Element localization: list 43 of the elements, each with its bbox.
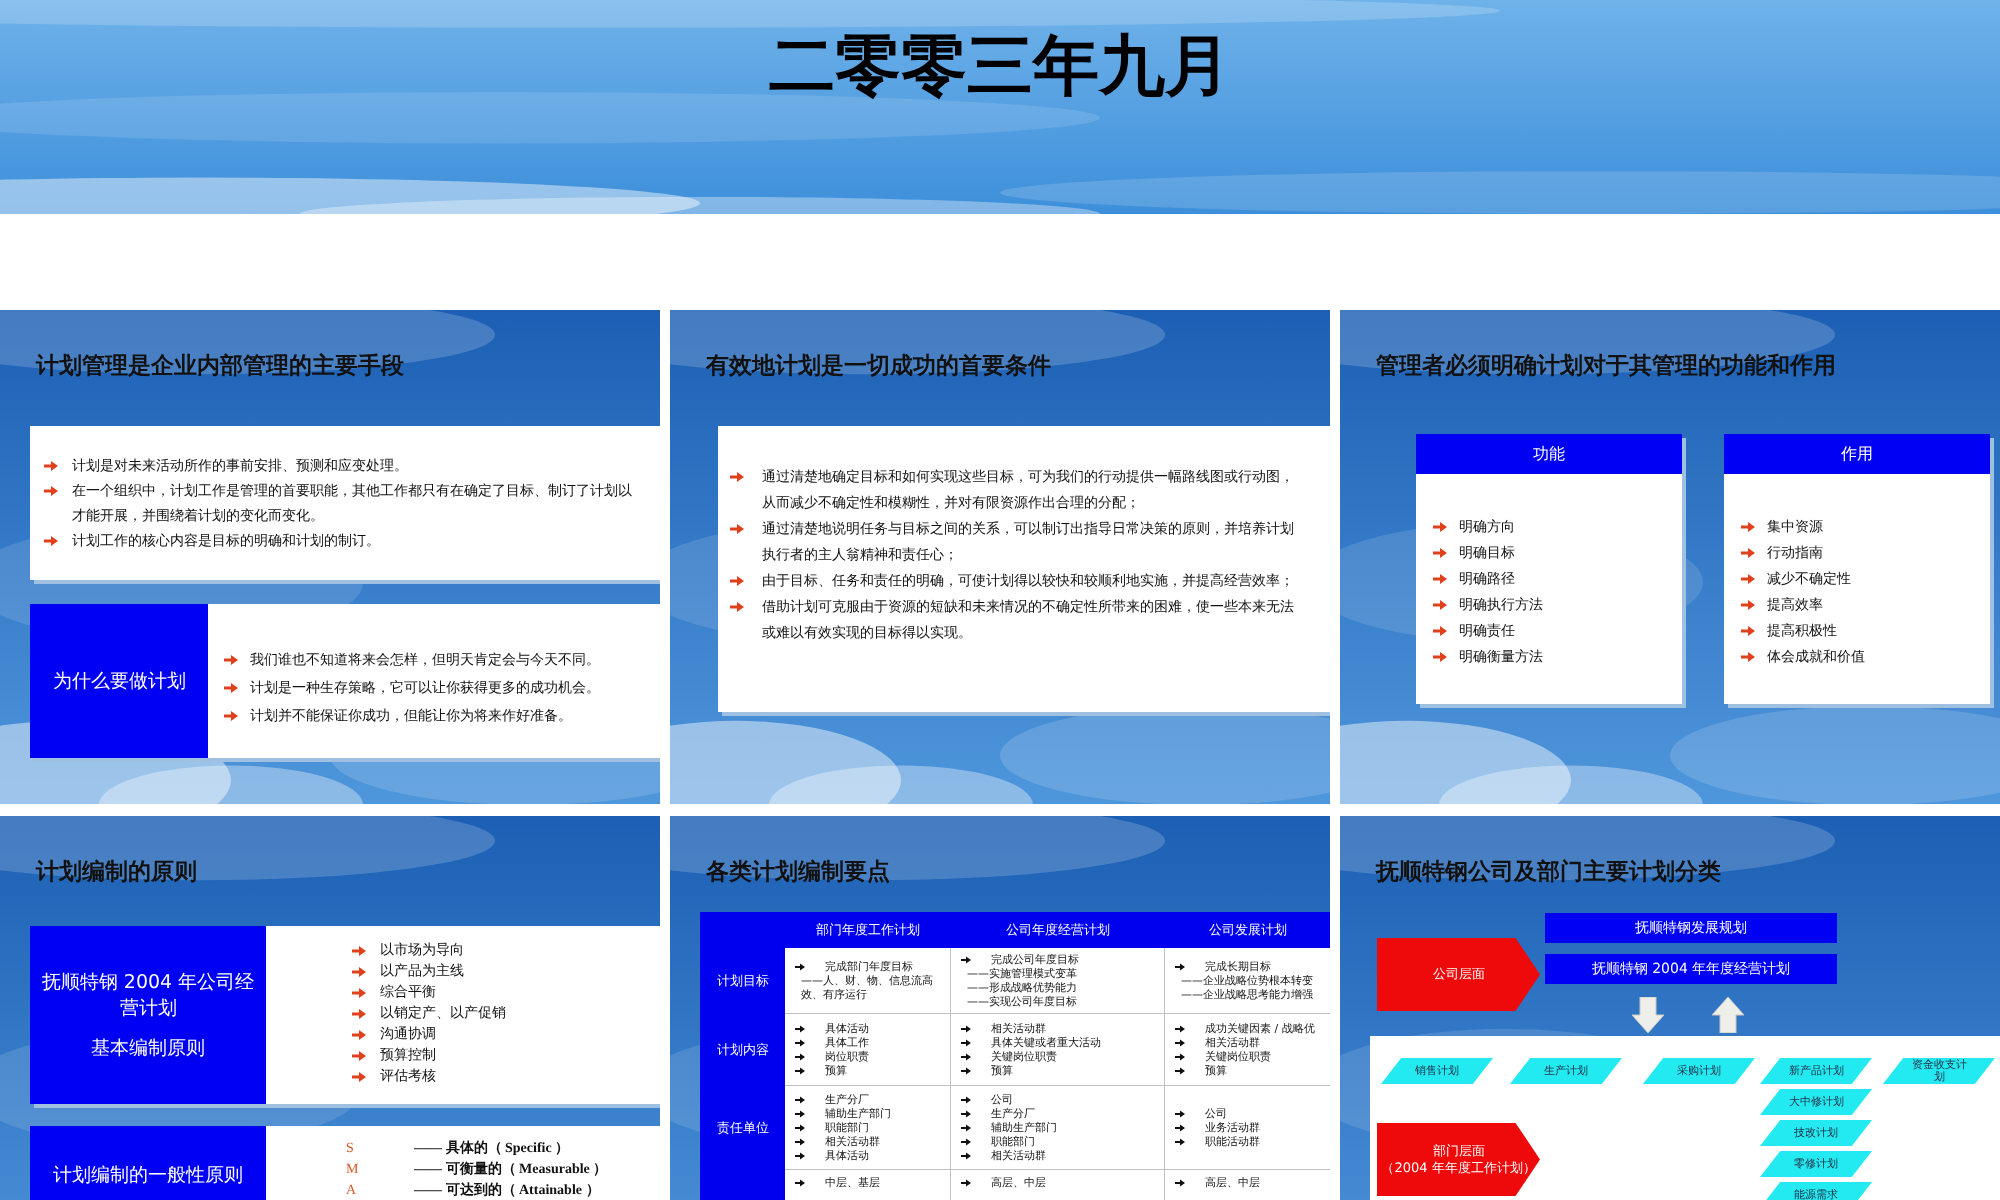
slide-title: 计划编制的原则: [33, 857, 199, 889]
arrow-icon: [224, 683, 238, 693]
up-arrow-icon: [1712, 997, 1744, 1033]
arrow-icon: [1433, 652, 1447, 662]
arrow-icon: [1433, 626, 1447, 636]
arrow-icon: [1433, 522, 1447, 532]
arrow-icon: [1433, 600, 1447, 610]
arrow-icon: [1741, 626, 1755, 636]
arrow-icon: [961, 1179, 971, 1187]
arrow-icon: [1175, 962, 1185, 971]
arrow-icon: [730, 576, 744, 586]
arrow-icon: [1433, 548, 1447, 558]
arrow-icon: [44, 486, 58, 496]
arrow-icon: [795, 962, 805, 971]
card-header: 功能: [1416, 434, 1682, 474]
arrow-icon: [1741, 574, 1755, 584]
arrow-icon: [1741, 652, 1755, 662]
heading-text: 基本编制原则: [89, 1035, 207, 1061]
slide-title: 管理者必须明确计划对于其管理的功能和作用: [1374, 351, 1838, 383]
arrow-icon: [224, 655, 238, 665]
arrow-icon: [730, 524, 744, 534]
callout-heading: 为什么要做计划: [30, 604, 208, 758]
arrow-icon: [224, 711, 238, 721]
slide-title: 计划管理是企业内部管理的主要手段: [33, 351, 406, 383]
arrow-icon: [1741, 600, 1755, 610]
slide-subtitle: 二零零三年九月: [767, 24, 1233, 108]
slide-title: 有效地计划是一切成功的首要条件: [703, 351, 1053, 383]
card-header: 作用: [1724, 434, 1990, 474]
heading-text: 计划编制的一般性原则: [51, 1162, 245, 1188]
arrow-icon: [1433, 574, 1447, 584]
slide-title: 抚顺特钢公司及部门主要计划分类: [1373, 857, 1723, 889]
arrow-icon: [1175, 1179, 1185, 1187]
arrow-icon: [1741, 548, 1755, 558]
arrow-icon: [961, 955, 971, 964]
arrow-icon: [1741, 522, 1755, 532]
arrow-icon: [44, 461, 58, 471]
heading-text: 抚顺特钢 2004 年公司经营计划: [39, 969, 257, 1021]
arrow-icon: [730, 472, 744, 482]
arrow-icon: [44, 536, 58, 546]
slide-title: 各类计划编制要点: [704, 857, 892, 889]
arrow-icon: [730, 602, 744, 612]
arrow-icon: [795, 1179, 805, 1187]
down-arrow-icon: [1632, 997, 1664, 1033]
